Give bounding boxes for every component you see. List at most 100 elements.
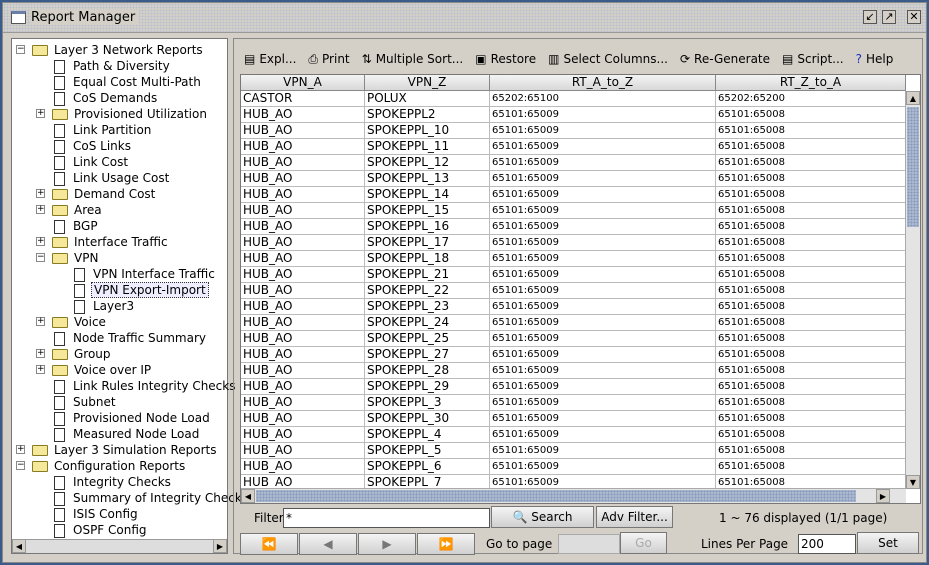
scroll-right-icon[interactable]: ▶ <box>213 539 227 553</box>
vertical-scrollbar[interactable]: ▲ ▼ <box>905 91 920 489</box>
tree-node[interactable]: − Layer 3 Network Reports <box>16 42 205 58</box>
vertical-scroll-thumb[interactable] <box>907 107 919 227</box>
column-header[interactable]: RT_A_to_Z <box>490 75 716 91</box>
tree-node[interactable]: Path & Diversity <box>52 58 172 74</box>
tree-node[interactable]: Equal Cost Multi-Path <box>52 74 203 90</box>
tree-node[interactable]: + Layer 3 Simulation Reports <box>16 442 219 458</box>
expand-icon[interactable]: + <box>36 205 45 214</box>
scroll-left-icon[interactable]: ◀ <box>241 489 255 503</box>
tree-node[interactable]: Integrity Checks <box>52 474 173 490</box>
table-row[interactable]: HUB_AO SPOKEPPL_17 65101:65009 65101:65008 <box>241 235 906 251</box>
tree-node[interactable]: Link Rules Integrity Checks <box>52 378 237 394</box>
tree-node[interactable]: Link Usage Cost <box>52 170 171 186</box>
table-row[interactable]: HUB_AO SPOKEPPL_23 65101:65009 65101:65008 <box>241 299 906 315</box>
toolbar-button[interactable]: ? Help <box>850 48 900 70</box>
expand-icon[interactable]: + <box>36 189 45 198</box>
table-row[interactable]: HUB_AO SPOKEPPL_16 65101:65009 65101:65008 <box>241 219 906 235</box>
tree-node[interactable]: + Interface Traffic <box>36 234 170 250</box>
table-row[interactable]: HUB_AO SPOKEPPL_25 65101:65009 65101:65008 <box>241 331 906 347</box>
table-row[interactable]: HUB_AO SPOKEPPL_29 65101:65009 65101:65008 <box>241 379 906 395</box>
tree-node[interactable]: VPN Export-Import <box>72 282 209 298</box>
expand-icon[interactable]: + <box>36 109 45 118</box>
horizontal-scrollbar[interactable]: ◀ ▶ <box>241 488 906 503</box>
scroll-up-icon[interactable]: ▲ <box>906 91 920 105</box>
filter-input[interactable]: * <box>283 508 490 528</box>
table-row[interactable]: HUB_AO SPOKEPPL_12 65101:65009 65101:65008 <box>241 155 906 171</box>
expand-icon[interactable]: + <box>36 237 45 246</box>
tree-node[interactable]: + Voice over IP <box>36 362 153 378</box>
goto-page-input[interactable] <box>558 534 620 554</box>
tree-node[interactable]: CoS Demands <box>52 90 159 106</box>
expand-icon[interactable]: + <box>36 317 45 326</box>
tree-node[interactable]: Link Partition <box>52 122 153 138</box>
table-row[interactable]: HUB_AO SPOKEPPL_4 65101:65009 65101:65008 <box>241 427 906 443</box>
table-row[interactable]: HUB_AO SPOKEPPL_21 65101:65009 65101:65008 <box>241 267 906 283</box>
tree-node[interactable]: Subnet <box>52 394 118 410</box>
table-row[interactable]: HUB_AO SPOKEPPL_27 65101:65009 65101:65008 <box>241 347 906 363</box>
table-row[interactable]: HUB_AO SPOKEPPL_6 65101:65009 65101:65008 <box>241 459 906 475</box>
scroll-left-icon[interactable]: ◀ <box>12 539 26 553</box>
toolbar-button[interactable]: ⎙ Print <box>302 48 355 70</box>
prev-page-button[interactable]: ◀ <box>299 533 357 555</box>
expand-icon[interactable]: + <box>36 365 45 374</box>
collapse-icon[interactable]: − <box>16 461 25 470</box>
collapse-icon[interactable]: − <box>16 45 25 54</box>
tree-node[interactable]: Summary of Integrity Checks <box>52 490 250 506</box>
scroll-right-icon[interactable]: ▶ <box>876 489 890 503</box>
table-row[interactable]: HUB_AO SPOKEPPL_30 65101:65009 65101:65008 <box>241 411 906 427</box>
toolbar-button[interactable]: ▤ Script... <box>776 48 850 70</box>
column-header[interactable]: VPN_Z <box>365 75 490 91</box>
table-row[interactable]: HUB_AO SPOKEPPL_10 65101:65009 65101:65008 <box>241 123 906 139</box>
tree-node[interactable]: Provisioned Node Load <box>52 410 212 426</box>
toolbar-button[interactable]: ⇅ Multiple Sort... <box>356 48 470 70</box>
table-row[interactable]: HUB_AO SPOKEPPL_14 65101:65009 65101:65008 <box>241 187 906 203</box>
tree-node[interactable]: Measured Node Load <box>52 426 201 442</box>
toolbar-button[interactable]: ▤ Expl... <box>238 48 302 70</box>
tree-node[interactable]: − Configuration Reports <box>16 458 187 474</box>
tree-node[interactable]: Node Traffic Summary <box>52 330 208 346</box>
horizontal-scroll-thumb[interactable] <box>256 490 856 502</box>
scroll-down-icon[interactable]: ▼ <box>906 475 920 489</box>
report-tree[interactable]: ◀ ▶ − Layer 3 Network Reports Path & Diver… <box>11 38 248 554</box>
search-button[interactable]: 🔍 Search <box>491 506 594 528</box>
table-row[interactable]: HUB_AO SPOKEPPL_13 65101:65009 65101:65008 <box>241 171 906 187</box>
table-row[interactable]: HUB_AO SPOKEPPL_11 65101:65009 65101:65008 <box>241 139 906 155</box>
minimize-icon[interactable]: ↙ <box>863 10 877 24</box>
tree-horizontal-scrollbar[interactable]: ◀ ▶ <box>12 539 227 553</box>
table-row[interactable]: HUB_AO SPOKEPPL_15 65101:65009 65101:65008 <box>241 203 906 219</box>
column-header[interactable]: VPN_A <box>241 75 365 91</box>
toolbar-button[interactable]: ▣ Restore <box>469 48 542 70</box>
tree-node[interactable]: + Area <box>36 202 104 218</box>
column-header[interactable]: RT_Z_to_A <box>716 75 906 91</box>
table-row[interactable]: HUB_AO SPOKEPPL_18 65101:65009 65101:65008 <box>241 251 906 267</box>
table-row[interactable]: HUB_AO SPOKEPPL_5 65101:65009 65101:65008 <box>241 443 906 459</box>
tree-node[interactable]: OSPF Config <box>52 522 149 538</box>
last-page-button[interactable]: ⏩ <box>417 533 475 555</box>
table-row[interactable]: HUB_AO SPOKEPPL2 65101:65009 65101:65008 <box>241 107 906 123</box>
tree-node[interactable]: + Provisioned Utilization <box>36 106 209 122</box>
table-row[interactable]: HUB_AO SPOKEPPL_28 65101:65009 65101:65008 <box>241 363 906 379</box>
close-icon[interactable]: ✕ <box>907 10 921 24</box>
tree-node[interactable]: + Voice <box>36 314 108 330</box>
report-table[interactable]: VPN_A VPN_Z RT_A_to_Z RT_Z_to_A CASTOR POLUX… <box>240 74 921 504</box>
tree-node[interactable]: CoS Links <box>52 138 133 154</box>
table-row[interactable]: HUB_AO SPOKEPPL_3 65101:65009 65101:65008 <box>241 395 906 411</box>
toolbar-button[interactable]: ▥ Select Columns... <box>542 48 674 70</box>
tree-node[interactable]: Layer3 <box>72 298 136 314</box>
tree-node[interactable]: VPN Interface Traffic <box>72 266 217 282</box>
expand-icon[interactable]: + <box>36 349 45 358</box>
collapse-icon[interactable]: − <box>36 253 45 262</box>
table-row[interactable]: HUB_AO SPOKEPPL_24 65101:65009 65101:65008 <box>241 315 906 331</box>
tree-node[interactable]: + Demand Cost <box>36 186 157 202</box>
expand-icon[interactable]: + <box>16 445 25 454</box>
tree-node[interactable]: + Group <box>36 346 113 362</box>
adv-filter-button[interactable]: Adv Filter... <box>596 506 673 528</box>
maximize-icon[interactable]: ↗ <box>882 10 896 24</box>
tree-node[interactable]: − VPN <box>36 250 100 266</box>
first-page-button[interactable]: ⏪ <box>240 533 298 555</box>
next-page-button[interactable]: ▶ <box>358 533 416 555</box>
tree-node[interactable]: ISIS Config <box>52 506 140 522</box>
table-row[interactable]: HUB_AO SPOKEPPL_22 65101:65009 65101:65008 <box>241 283 906 299</box>
set-button[interactable]: Set <box>857 532 919 554</box>
toolbar-button[interactable]: ⟳ Re-Generate <box>674 48 776 70</box>
